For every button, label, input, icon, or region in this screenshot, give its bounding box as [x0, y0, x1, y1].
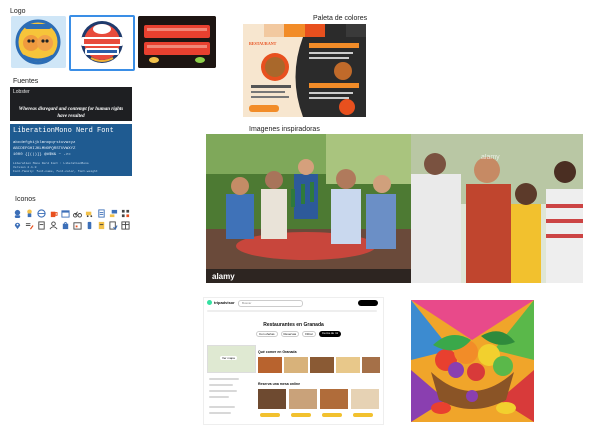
tripadvisor-logo: tripadvisor [207, 300, 235, 305]
logo-option-3[interactable] [138, 16, 216, 68]
tripadvisor-screenshot: tripadvisor Buscar Restaurantes en Grana… [203, 297, 384, 425]
food-card-3[interactable] [310, 357, 334, 373]
font-card-mono-name: LiberationMono Nerd Font [13, 127, 114, 135]
owl-icon [207, 300, 212, 305]
chef-icon [24, 208, 34, 218]
sidebar-filter-line [209, 396, 229, 398]
palette-swatch-4 [304, 24, 325, 37]
font-card-mono: LiberationMono Nerd Font abcdefghijklmno… [10, 124, 132, 176]
filter-pills: Con ofertas Reservas Filtrar Cerca de mí [256, 331, 342, 337]
palette-swatch-row [243, 24, 366, 37]
palette-swatch-3 [284, 24, 305, 37]
bag-icon [60, 220, 70, 230]
person-icon [48, 220, 58, 230]
menu-mockup-art [243, 37, 366, 117]
logo-option-1[interactable] [11, 16, 66, 68]
palette-swatch-6 [345, 24, 366, 37]
tripadvisor-login-button[interactable] [358, 300, 378, 306]
logo-neon-lettering [138, 16, 216, 68]
filter-pill-reservations[interactable]: Reservas [280, 331, 300, 337]
book-button-4[interactable] [353, 413, 373, 417]
logo-badge-shield [71, 17, 133, 69]
sidebar-filter-line [209, 378, 239, 380]
fruit-basket-art [411, 300, 534, 422]
palette-heading: Paleta de colores [313, 15, 368, 22]
map-button[interactable]: Ver mapa [220, 356, 237, 360]
book-button-1[interactable] [260, 413, 280, 417]
receipt-icon [36, 220, 46, 230]
section-title-2: Reserva una mesa online [258, 382, 301, 386]
calendar-week-icon [72, 220, 82, 230]
font-card-mono-line-3: 1000 {[(|)]} @#$%& ~ ->= [13, 153, 71, 157]
sidebar-filter-line [209, 406, 235, 408]
food-card-5[interactable] [362, 357, 380, 373]
font-card-mono-meta-2: Version 2.1.0 [13, 166, 37, 169]
food-card-4[interactable] [336, 357, 360, 373]
photo-friends-laughing: alamy [411, 134, 583, 283]
location-icon [12, 220, 22, 230]
bike-icon [72, 208, 82, 218]
menu-mockup: RESTAURANT [243, 37, 366, 117]
section-title: Qué comer en Granada [258, 350, 297, 354]
tripadvisor-brand: tripadvisor [214, 300, 235, 305]
food-card-2[interactable] [284, 357, 308, 373]
grid-icon [120, 208, 130, 218]
table-icon [120, 220, 130, 230]
tripadvisor-search[interactable]: Buscar [238, 300, 303, 307]
filter-pill-filter[interactable]: Filtrar [302, 331, 316, 337]
book-button-2[interactable] [291, 413, 311, 417]
icon-set [12, 208, 130, 230]
list-edit-icon [24, 220, 34, 230]
restaurant-card-2[interactable] [289, 389, 317, 409]
images-heading: Imagenes inspiradoras [249, 126, 320, 133]
hand-card-icon [108, 208, 118, 218]
restaurant-card-3[interactable] [320, 389, 348, 409]
font-card-mono-line-2: ABCDEFGHIJKLMNOPQRSTUVWXYZ [13, 147, 76, 151]
phone-icon [84, 220, 94, 230]
photo-friends-toast-art [206, 134, 411, 283]
logo-badge-round [11, 16, 66, 68]
sidebar-filter-line [209, 384, 233, 386]
filter-pill-offers[interactable]: Con ofertas [256, 331, 278, 337]
book-button-3[interactable] [322, 413, 342, 417]
delivery-icon [84, 208, 94, 218]
font-card-mono-meta-3: Font-family: font-name, font-color, font… [13, 170, 98, 173]
photo-friends-toast: alamy [206, 134, 411, 283]
palette-swatch-5 [325, 24, 346, 37]
tripadvisor-heading: Restaurantes en Granada [263, 322, 324, 328]
menu-restaurant-title: RESTAURANT [249, 41, 277, 46]
font-card-mono-line-1: abcdefghijklmnopqrstuvwxyz [13, 141, 76, 145]
font-card-lobster: Lobster Whereas disregard and contempt f… [10, 87, 132, 121]
sidebar-filter-line [209, 412, 231, 414]
watermark-text: alamy [212, 272, 235, 281]
icons-heading: Iconos [15, 196, 36, 203]
fruit-basket-illustration [411, 300, 534, 422]
menu-icon [96, 208, 106, 218]
restaurant-card-1[interactable] [258, 389, 286, 409]
logo-heading: Logo [10, 8, 26, 15]
watermark-text: alamy [481, 154, 500, 161]
fonts-heading: Fuentes [13, 78, 39, 85]
cup-icon [48, 208, 58, 218]
calendar-icon [60, 208, 70, 218]
cta-near-me[interactable]: Cerca de mí [318, 331, 342, 337]
nav-bar [207, 310, 377, 312]
doc-check-icon [108, 220, 118, 230]
food-card-1[interactable] [258, 357, 282, 373]
font-card-lobster-sample: Whereas disregard and contempt for human… [18, 107, 124, 119]
avatar-icon [12, 208, 22, 218]
palette-swatch-2 [263, 24, 284, 37]
sidebar-filter-line [209, 390, 237, 392]
font-card-mono-meta-1: Liberation Mono Nerd Font : LiberationMo… [13, 162, 89, 165]
font-card-lobster-name: Lobster [13, 89, 30, 95]
globe-icon [36, 208, 46, 218]
bill-icon [96, 220, 106, 230]
logo-option-2-selected[interactable] [69, 15, 135, 71]
map-thumbnail[interactable]: Ver mapa [207, 345, 256, 373]
restaurant-card-4[interactable] [351, 389, 379, 409]
palette-swatch-1 [243, 24, 264, 37]
